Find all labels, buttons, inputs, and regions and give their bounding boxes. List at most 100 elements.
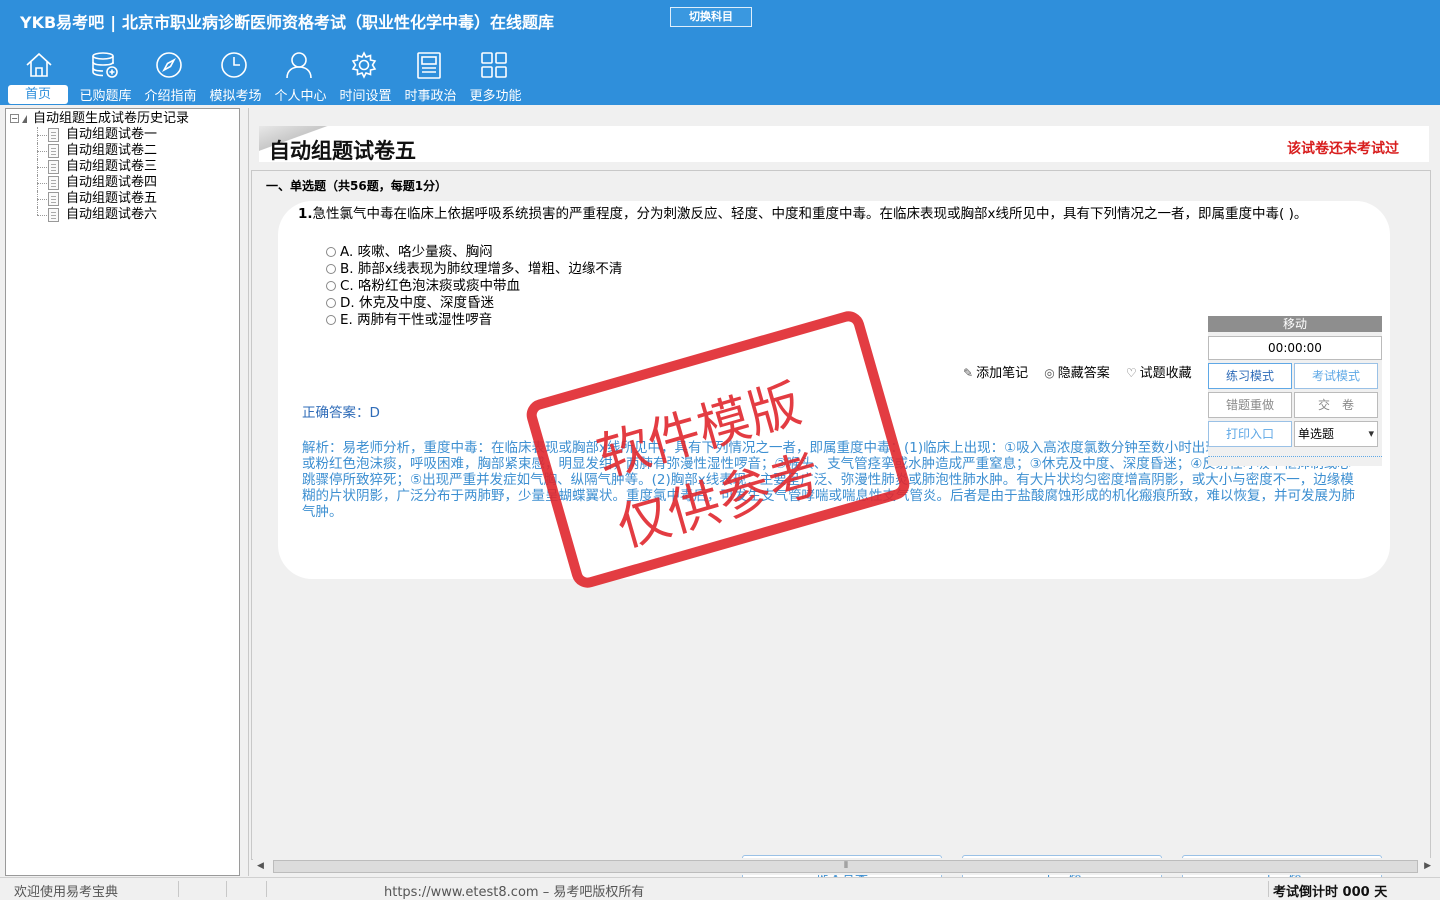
nav-label: 首页 — [8, 85, 68, 104]
correct-answer: 正确答案：D — [302, 405, 380, 421]
radio-button[interactable] — [326, 298, 336, 308]
option-a[interactable]: A. 咳嗽、咯少量痰、胸闷 — [326, 244, 622, 261]
widget-slider[interactable] — [1208, 450, 1382, 457]
app-brand: YKB易考吧 | 北京市职业病诊断医师资格考试（职业性化学中毒）在线题库 — [20, 13, 555, 32]
document-icon — [48, 144, 59, 158]
tree-item-paper-1[interactable]: 自动组题试卷一 — [6, 127, 157, 143]
nav-mock-exam[interactable]: 模拟考场 — [203, 46, 268, 104]
tree-item-label: 自动组题试卷三 — [66, 159, 158, 174]
radio-button[interactable] — [326, 315, 336, 325]
paper-title-bar: 自动组题试卷五 该试卷还未考试过 — [259, 126, 1429, 163]
tree-item-label: 自动组题试卷四 — [66, 175, 158, 190]
widget-move-handle[interactable]: 移动 — [1208, 316, 1382, 332]
tree-item-label: 自动组题试卷六 — [66, 207, 158, 222]
status-divider — [1268, 881, 1269, 897]
radio-button[interactable] — [326, 281, 336, 291]
option-label: A. 咳嗽、咯少量痰、胸闷 — [340, 244, 493, 260]
tree-item-paper-4[interactable]: 自动组题试卷四 — [6, 175, 157, 191]
tree-item-paper-5[interactable]: 自动组题试卷五 — [6, 191, 157, 207]
nav-label: 时间设置 — [339, 89, 392, 104]
nav-time-settings[interactable]: 时间设置 — [333, 46, 398, 104]
hide-answer-button[interactable]: ◎ 隐藏答案 — [1044, 366, 1110, 381]
tree-item-paper-3[interactable]: 自动组题试卷三 — [6, 159, 157, 175]
nav-more[interactable]: 更多功能 — [463, 46, 528, 104]
favorite-button[interactable]: ♡ 试题收藏 — [1126, 366, 1192, 381]
question-type-select[interactable]: 单选题 — [1294, 421, 1378, 447]
tree-list: 自动组题试卷一 自动组题试卷二 自动组题试卷三 自动组题试卷四 自动组题试卷五 … — [6, 127, 157, 223]
scroll-left-icon[interactable]: ◀ — [257, 861, 264, 871]
tree-item-label: 自动组题试卷五 — [66, 191, 158, 206]
exam-control-widget: 移动 00:00:00 练习模式 考试模式 错题重做 交 卷 打印入口 单选题 — [1208, 316, 1382, 466]
top-header: YKB易考吧 | 北京市职业病诊断医师资格考试（职业性化学中毒）在线题库 切换科目 … — [0, 0, 1440, 105]
history-tree-panel: − 自动组题生成试卷历史记录 自动组题试卷一 自动组题试卷二 自动组题试卷三 自动… — [5, 108, 240, 876]
news-icon — [417, 52, 441, 79]
option-label: E. 两肺有干性或湿性啰音 — [340, 312, 493, 328]
radio-button[interactable] — [326, 247, 336, 257]
nav-current-affairs[interactable]: 时事政治 — [398, 46, 463, 104]
eye-icon: ◎ — [1044, 366, 1055, 380]
tree-item-paper-6[interactable]: 自动组题试卷六 — [6, 207, 157, 223]
nav-personal[interactable]: 个人中心 — [268, 46, 333, 104]
horizontal-scrollbar[interactable]: ◀ ⦀ ▶ — [253, 858, 1435, 875]
clock-icon — [221, 52, 247, 78]
exam-countdown: 考试倒计时 000 天 — [1273, 885, 1388, 900]
tree-item-label: 自动组题试卷一 — [66, 127, 158, 142]
nav-guide[interactable]: 介绍指南 — [138, 46, 203, 104]
database-icon — [92, 52, 118, 78]
question-stem: 1.急性氯气中毒在临床上依据呼吸系统损害的严重程度，分为刺激反应、轻度、中度和重… — [298, 206, 1338, 223]
option-label: B. 肺部x线表现为肺纹理增多、增粗、边缘不清 — [340, 261, 623, 277]
status-divider — [178, 881, 179, 897]
nav-purchased[interactable]: 已购题库 — [73, 46, 138, 104]
tree-root[interactable]: − 自动组题生成试卷历史记录 — [10, 111, 189, 127]
folder-icon — [22, 114, 27, 123]
add-note-button[interactable]: ✎ 添加笔记 — [963, 366, 1028, 381]
print-button[interactable]: 打印入口 — [1208, 421, 1292, 447]
option-d[interactable]: D. 休克及中度、深度昏迷 — [326, 295, 622, 312]
practice-mode-button[interactable]: 练习模式 — [1208, 363, 1292, 389]
status-divider — [226, 881, 227, 897]
question-number: 1. — [298, 206, 313, 222]
nav-label: 个人中心 — [274, 89, 327, 104]
gear-icon — [351, 51, 377, 79]
collapse-icon[interactable]: − — [10, 114, 19, 123]
document-icon — [48, 160, 59, 174]
option-e[interactable]: E. 两肺有干性或湿性啰音 — [326, 312, 622, 329]
heart-icon: ♡ — [1125, 366, 1137, 380]
app-title: 北京市职业病诊断医师资格考试（职业性化学中毒）在线题库 — [122, 13, 555, 32]
redo-wrong-button[interactable]: 错题重做 — [1208, 392, 1292, 418]
user-icon — [286, 52, 312, 79]
option-b[interactable]: B. 肺部x线表现为肺纹理增多、增粗、边缘不清 — [326, 261, 622, 278]
question-actions: ✎ 添加笔记 ◎ 隐藏答案 ♡ 试题收藏 — [963, 362, 1204, 381]
nav-label: 更多功能 — [469, 89, 522, 104]
switch-subject-button[interactable]: 切换科目 — [670, 7, 752, 27]
status-bar: 欢迎使用易考宝典 https://www.etest8.com – 易考吧版权所… — [0, 877, 1440, 900]
pencil-icon: ✎ — [963, 366, 974, 380]
hide-answer-label: 隐藏答案 — [1057, 366, 1110, 381]
nav-home[interactable]: 首页 — [8, 46, 73, 104]
nav-label: 时事政治 — [404, 89, 457, 104]
document-icon — [48, 208, 59, 222]
tree-item-label: 自动组题试卷二 — [66, 143, 158, 158]
option-c[interactable]: C. 咯粉红色泡沫痰或痰中带血 — [326, 278, 622, 295]
question-text: 急性氯气中毒在临床上依据呼吸系统损害的严重程度，分为刺激反应、轻度、中度和重度中… — [312, 206, 1308, 222]
tree-item-paper-2[interactable]: 自动组题试卷二 — [6, 143, 157, 159]
hand-in-button[interactable]: 交 卷 — [1294, 392, 1378, 418]
nav-label: 已购题库 — [79, 89, 132, 104]
exam-mode-button[interactable]: 考试模式 — [1294, 363, 1378, 389]
favorite-label: 试题收藏 — [1139, 366, 1192, 381]
document-icon — [48, 176, 59, 190]
timer-display: 00:00:00 — [1208, 336, 1382, 360]
document-edit-icon — [48, 192, 59, 206]
status-welcome: 欢迎使用易考宝典 — [14, 885, 119, 900]
radio-button[interactable] — [326, 264, 336, 274]
scroll-thumb[interactable]: ⦀ — [273, 860, 1418, 873]
exam-status-label: 该试卷还未考试过 — [1287, 141, 1399, 157]
scroll-right-icon[interactable]: ▶ — [1424, 861, 1431, 871]
option-label: C. 咯粉红色泡沫痰或痰中带血 — [340, 278, 521, 294]
grid-icon — [481, 52, 507, 78]
section-heading: 一、单选题（共56题，每题1分） — [266, 179, 448, 193]
options-list: A. 咳嗽、咯少量痰、胸闷 B. 肺部x线表现为肺纹理增多、增粗、边缘不清 C.… — [326, 244, 622, 329]
status-divider — [266, 881, 267, 897]
home-icon — [26, 52, 52, 77]
add-note-label: 添加笔记 — [976, 366, 1029, 381]
